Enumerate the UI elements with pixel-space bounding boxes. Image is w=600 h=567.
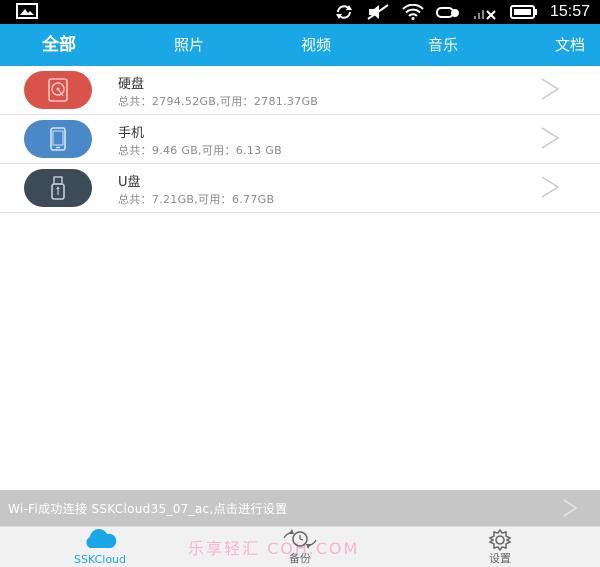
storage-item-usb[interactable]: U盘 总共：7.21GB,可用：6.77GB <box>0 164 600 213</box>
notice-text: Wi-Fi成功连接 SSKCloud35_07_ac,点击进行设置 <box>8 502 288 516</box>
mute-icon <box>366 4 390 20</box>
nav-label: 设置 <box>489 552 511 565</box>
storage-item-hard-disk[interactable]: 硬盘 总共：2794.52GB,可用：2781.37GB <box>0 66 600 115</box>
storage-name: 手机 <box>118 126 145 141</box>
chevron-right-icon <box>540 175 560 203</box>
sync-icon <box>334 4 354 20</box>
chevron-right-icon <box>562 498 578 522</box>
storage-item-phone[interactable]: 手机 总共：9.46 GB,可用：6.13 GB <box>0 115 600 164</box>
tab-videos[interactable]: 视频 <box>301 24 331 66</box>
image-notification-icon <box>16 3 38 19</box>
storage-name: 硬盘 <box>118 77 145 92</box>
category-tabs: 全部 照片 视频 音乐 文档 <box>0 24 600 66</box>
signal-icon <box>472 4 498 20</box>
battery-icon <box>509 4 538 20</box>
storage-detail: 总共：7.21GB,可用：6.77GB <box>118 193 275 206</box>
vpn-key-icon <box>435 4 460 20</box>
cloud-icon <box>82 529 118 553</box>
phone-icon <box>24 120 92 158</box>
tab-photos[interactable]: 照片 <box>174 24 204 66</box>
bottom-navigation: 乐享轻汇 COH.COM SSKCloud 备份 设置 <box>0 526 600 567</box>
hard-disk-icon <box>24 71 92 109</box>
status-time: 15:57 <box>549 3 590 20</box>
chevron-right-icon <box>540 126 560 154</box>
tab-all[interactable]: 全部 <box>42 24 76 66</box>
wifi-connected-notice[interactable]: Wi-Fi成功连接 SSKCloud35_07_ac,点击进行设置 <box>0 490 600 526</box>
tab-documents[interactable]: 文档 <box>555 24 585 66</box>
nav-backup[interactable]: 备份 <box>240 527 360 567</box>
nav-sskcloud[interactable]: SSKCloud <box>40 527 160 567</box>
storage-list: 硬盘 总共：2794.52GB,可用：2781.37GB 手机 总共：9.46 … <box>0 66 600 213</box>
status-bar: 15:57 <box>0 0 600 24</box>
wifi-icon <box>402 4 424 20</box>
storage-detail: 总共：9.46 GB,可用：6.13 GB <box>118 144 282 157</box>
nav-settings[interactable]: 设置 <box>440 527 560 567</box>
storage-detail: 总共：2794.52GB,可用：2781.37GB <box>118 95 319 108</box>
nav-label: SSKCloud <box>74 553 126 566</box>
chevron-right-icon <box>540 77 560 105</box>
nav-label: 备份 <box>289 552 311 565</box>
usb-drive-icon <box>24 169 92 207</box>
tab-music[interactable]: 音乐 <box>428 24 458 66</box>
storage-name: U盘 <box>118 175 141 190</box>
